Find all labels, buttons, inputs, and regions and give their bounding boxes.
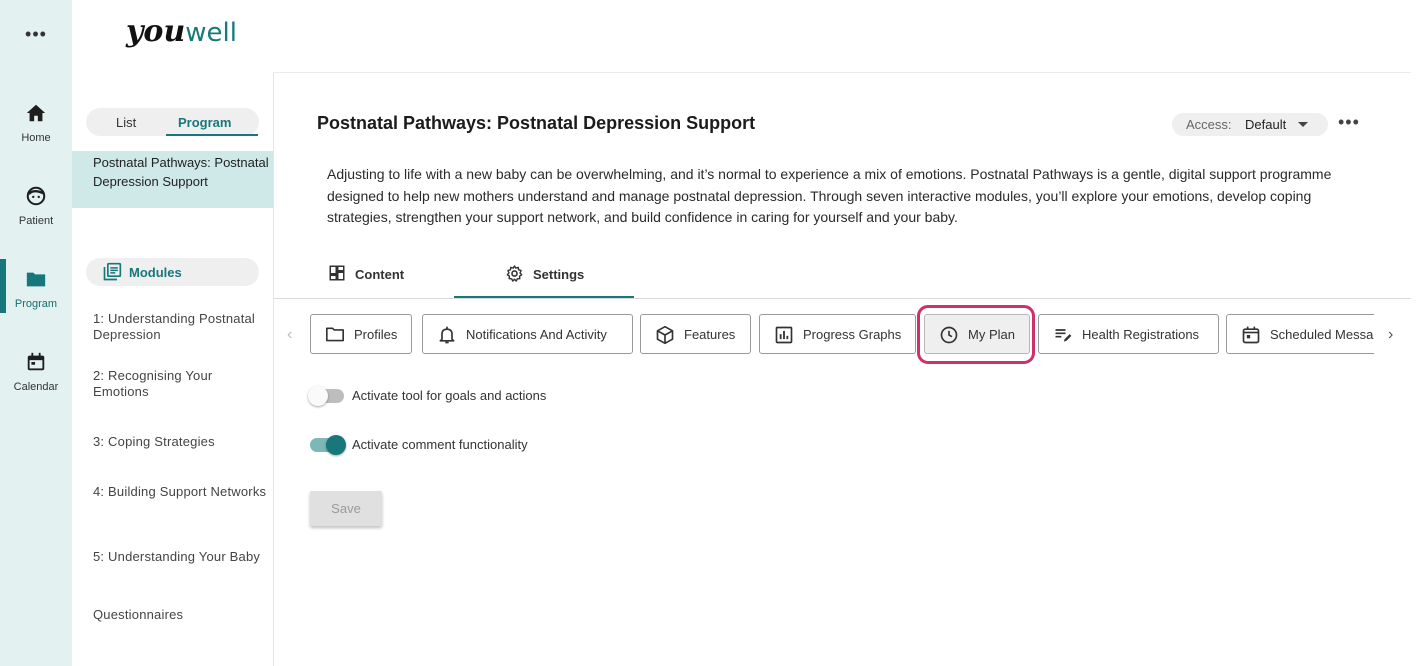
goals-actions-toggle[interactable] <box>308 386 344 406</box>
nav-active-indicator <box>0 259 6 313</box>
comment-functionality-toggle[interactable] <box>310 435 346 455</box>
patient-face-icon <box>0 185 72 209</box>
nav-program-label: Program <box>14 298 58 310</box>
selected-program[interactable]: Postnatal Pathways: Postnatal Depression… <box>72 151 273 208</box>
calendar-outline-icon <box>1241 325 1261 348</box>
cube-icon <box>655 325 675 348</box>
nav-patient-label: Patient <box>18 215 54 227</box>
chip-health-registrations-label: Health Registrations <box>1082 327 1200 342</box>
view-toggle-underline <box>166 134 258 136</box>
chip-progress-graphs[interactable]: Progress Graphs <box>759 314 916 354</box>
module-item[interactable]: 2: Recognising Your Emotions <box>93 368 268 400</box>
module-item[interactable]: 3: Coping Strategies <box>93 434 268 450</box>
module-item[interactable]: 5: Understanding Your Baby <box>93 549 268 565</box>
modules-header[interactable]: Modules <box>86 258 259 286</box>
nav-calendar[interactable]: Calendar <box>0 347 72 401</box>
tab-active-indicator <box>454 296 634 298</box>
nav-calendar-label: Calendar <box>13 381 59 393</box>
sidebar-divider <box>273 72 274 666</box>
save-button[interactable]: Save <box>310 491 382 526</box>
toggle-knob <box>308 386 328 406</box>
nav-home-label: Home <box>21 132 51 144</box>
gear-icon <box>505 264 524 286</box>
active-chip-highlight <box>917 305 1035 364</box>
chip-notifications[interactable]: Notifications And Activity <box>422 314 633 354</box>
chip-scheduled-messages-label: Scheduled Messages <box>1270 327 1374 342</box>
chip-health-registrations[interactable]: Health Registrations <box>1038 314 1219 354</box>
chip-progress-graphs-label: Progress Graphs <box>803 327 902 342</box>
access-select[interactable]: Access: Default <box>1172 113 1328 136</box>
tabs-divider <box>274 298 1411 299</box>
header-divider <box>274 72 1411 73</box>
tab-settings-label: Settings <box>533 267 585 282</box>
chip-scheduled-messages[interactable]: Scheduled Messages <box>1226 314 1374 354</box>
chip-features-label: Features <box>684 327 736 342</box>
access-label: Access: <box>1186 117 1232 132</box>
module-item[interactable]: 1: Understanding Postnatal Depression <box>93 311 268 343</box>
bar-chart-icon <box>774 325 794 348</box>
folder-outline-icon <box>325 325 345 346</box>
tab-settings[interactable]: Settings <box>505 258 625 298</box>
access-value: Default <box>1245 117 1287 132</box>
edit-list-icon <box>1053 325 1073 348</box>
tab-content-label: Content <box>355 267 405 282</box>
chip-profiles-label: Profiles <box>354 327 398 342</box>
home-icon <box>0 102 72 126</box>
toggle-knob <box>326 435 346 455</box>
program-description: Adjusting to life with a new baby can be… <box>327 166 1332 225</box>
more-menu-icon[interactable]: ••• <box>0 24 72 45</box>
calendar-icon <box>0 351 72 375</box>
grid-icon <box>328 264 346 285</box>
settings-chip-bar: Profiles Notifications And Activity Feat… <box>305 306 1374 366</box>
questionnaires-item[interactable]: Questionnaires <box>93 607 268 623</box>
nav-home[interactable]: Home <box>0 98 72 152</box>
nav-program[interactable]: Program <box>0 264 72 318</box>
chevron-right-icon[interactable]: › <box>1388 326 1393 344</box>
view-toggle: List Program <box>86 108 259 136</box>
goals-actions-label: Activate tool for goals and actions <box>352 388 547 403</box>
view-toggle-program[interactable]: Program <box>178 115 231 130</box>
chip-features[interactable]: Features <box>640 314 751 354</box>
folder-icon <box>0 268 72 292</box>
comment-functionality-label: Activate comment functionality <box>352 437 528 452</box>
bell-icon <box>437 325 457 348</box>
nav-rail: ••• Home Patient Program Calendar <box>0 0 72 666</box>
chip-notifications-label: Notifications And Activity <box>466 327 607 342</box>
more-options-icon[interactable]: ••• <box>1338 112 1360 133</box>
caret-down-icon <box>1298 122 1308 127</box>
module-item[interactable]: 4: Building Support Networks <box>93 484 268 500</box>
library-books-icon <box>102 262 122 287</box>
page-title: Postnatal Pathways: Postnatal Depression… <box>317 113 756 133</box>
nav-patient[interactable]: Patient <box>0 181 72 235</box>
app-logo: youwell <box>126 14 237 49</box>
tab-content[interactable]: Content <box>328 258 448 298</box>
chevron-left-icon[interactable]: ‹ <box>287 326 292 344</box>
modules-label: Modules <box>129 265 182 280</box>
chip-profiles[interactable]: Profiles <box>310 314 412 354</box>
view-toggle-list[interactable]: List <box>116 115 136 130</box>
